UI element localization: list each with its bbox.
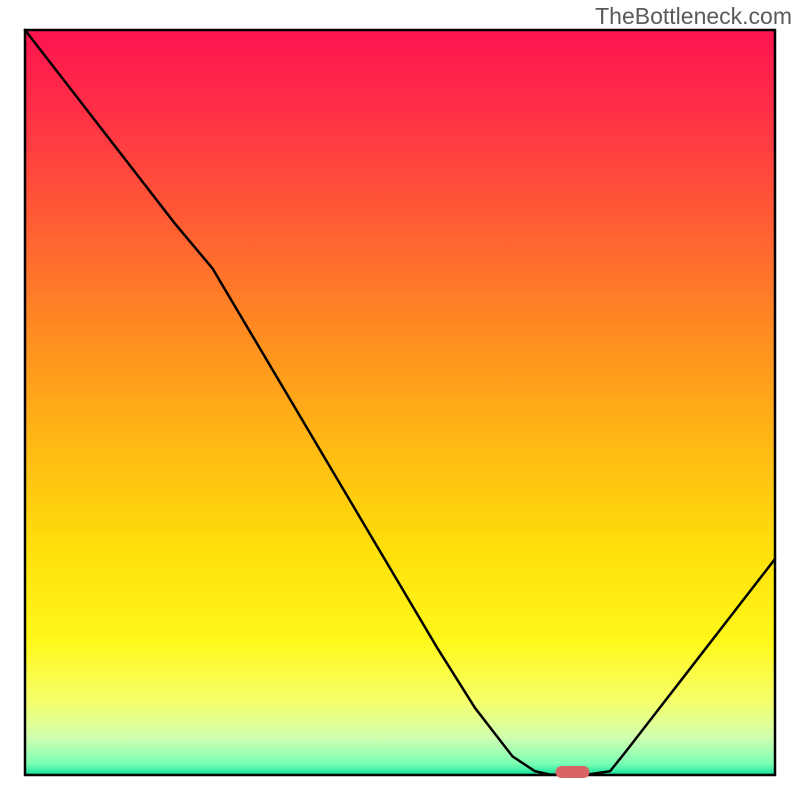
bottleneck-chart bbox=[0, 0, 800, 800]
gradient-background bbox=[25, 30, 775, 775]
chart-container: { "watermark": "TheBottleneck.com", "cha… bbox=[0, 0, 800, 800]
optimal-marker bbox=[556, 766, 590, 778]
